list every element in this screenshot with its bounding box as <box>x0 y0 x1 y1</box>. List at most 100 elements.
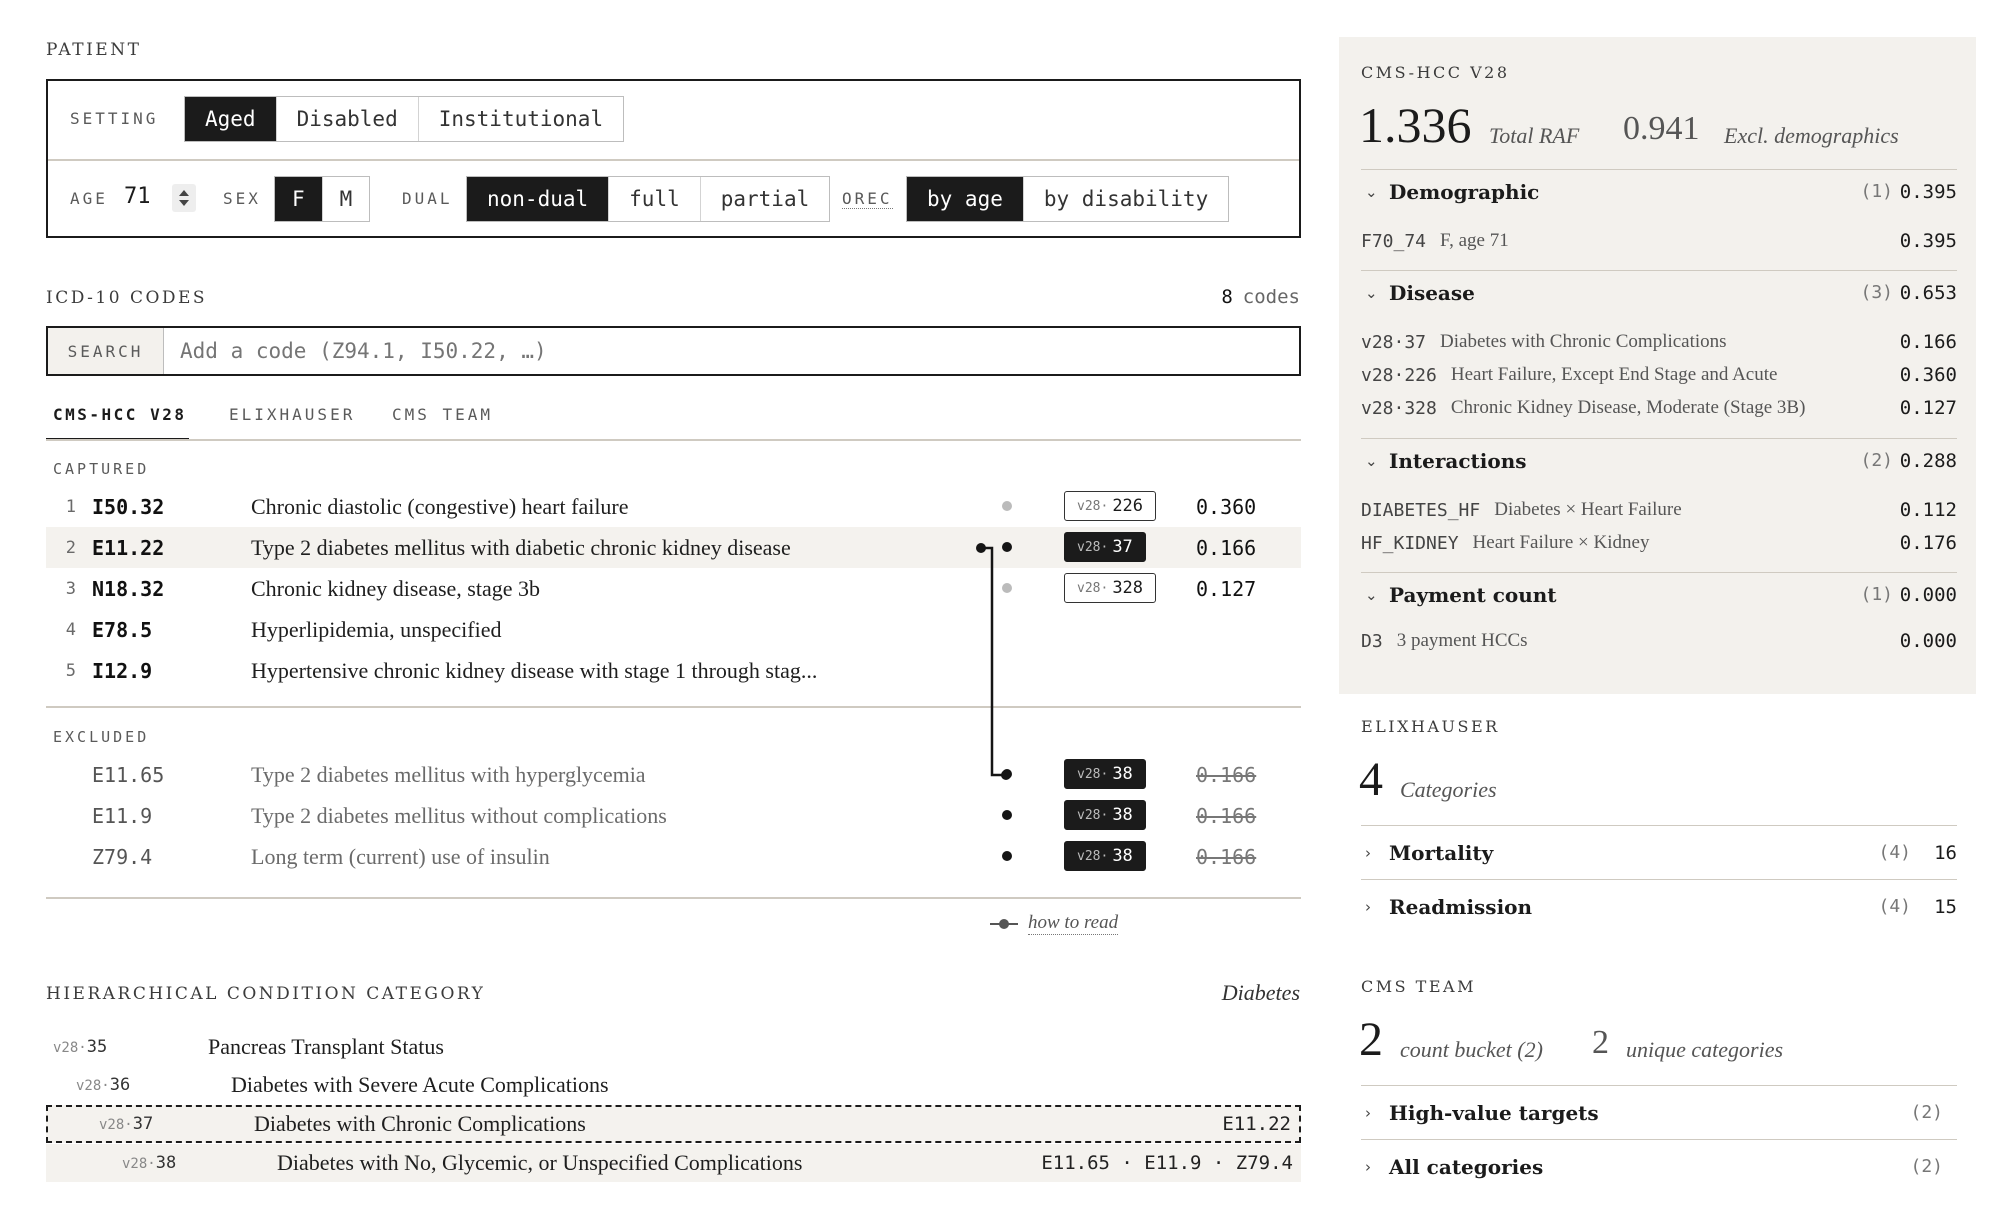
sex-toggle: F M <box>274 176 371 222</box>
group-readmission[interactable]: › Readmission (4) 15 <box>1361 879 1957 933</box>
group-title: Mortality <box>1389 840 1494 865</box>
group-disease[interactable]: ⌄ Disease (3) 0.653 <box>1361 270 1957 314</box>
hierarchy-row: v28·35 Pancreas Transplant Status <box>46 1028 1301 1066</box>
item-description: F, age 71 <box>1440 230 1509 251</box>
icd-description: Chronic kidney disease, stage 3b <box>251 575 540 601</box>
excl-demographics-value: 0.941 <box>1623 110 1700 147</box>
hcc-code: v28·36 <box>76 1075 130 1095</box>
age-input[interactable]: 71 <box>124 184 151 209</box>
group-total: 0.653 <box>1899 281 1957 304</box>
dual-option-partial[interactable]: partial <box>701 177 830 221</box>
icd-code: I50.32 <box>92 494 165 519</box>
elixhauser-count-label: Categories <box>1400 777 1497 802</box>
hcc-badge[interactable]: v28· 226 <box>1064 491 1157 521</box>
tab-cms-team[interactable]: CMS TEAM <box>392 405 493 424</box>
hcc-badge[interactable]: v28· 328 <box>1064 573 1157 603</box>
hcc-number: 38 <box>1112 846 1133 866</box>
item-code: F70_74 <box>1361 230 1427 252</box>
item-code: v28·328 <box>1361 397 1437 419</box>
group-mortality[interactable]: › Mortality (4) 16 <box>1361 825 1957 879</box>
setting-option-aged[interactable]: Aged <box>185 97 277 141</box>
orec-label[interactable]: OREC <box>842 189 893 209</box>
list-item: F70_74 F, age 71 0.395 <box>1361 225 1957 257</box>
chevron-down-icon: ⌄ <box>1365 451 1378 470</box>
group-total: 0.000 <box>1899 583 1957 606</box>
table-row[interactable]: 1 I50.32 Chronic diastolic (congestive) … <box>46 486 1301 527</box>
hcc-version: v28· <box>1077 807 1109 823</box>
hcc-badge[interactable]: v28· 38 <box>1064 759 1146 789</box>
hierarchy-row-active: v28·37 Diabetes with Chronic Complicatio… <box>46 1105 1301 1143</box>
table-row[interactable]: 3 N18.32 Chronic kidney disease, stage 3… <box>46 568 1301 609</box>
patient-section-label: PATIENT <box>46 40 142 60</box>
hcc-version: v28· <box>122 1156 156 1172</box>
icd-code: E11.9 <box>92 803 153 828</box>
hcc-version: v28· <box>1077 539 1109 555</box>
hcc-code: v28·37 <box>99 1114 153 1134</box>
group-all-categories[interactable]: › All categories (2) <box>1361 1139 1957 1193</box>
item-value: 0.176 <box>1899 532 1957 554</box>
cms-hcc-section-label: CMS-HCC V28 <box>1361 63 1510 82</box>
hcc-number: 38 <box>1112 764 1133 784</box>
hcc-badge[interactable]: v28· 38 <box>1064 841 1146 871</box>
sex-option-m[interactable]: M <box>323 177 370 221</box>
sex-option-f[interactable]: F <box>275 177 323 221</box>
dual-option-non-dual[interactable]: non-dual <box>467 177 610 221</box>
hcc-version: v28· <box>1077 848 1109 864</box>
hcc-badge[interactable]: v28· 38 <box>1064 800 1146 830</box>
group-total: 0.395 <box>1899 180 1957 203</box>
raf-value: 0.166 <box>1196 762 1257 787</box>
chevron-down-icon: ⌄ <box>1365 585 1378 604</box>
orec-option-by-age[interactable]: by age <box>907 177 1024 221</box>
orec-option-by-disability[interactable]: by disability <box>1024 177 1228 221</box>
hcc-number: 226 <box>1112 496 1144 516</box>
group-payment-count[interactable]: ⌄ Payment count (1) 0.000 <box>1361 572 1957 616</box>
status-dot <box>1002 501 1012 511</box>
tab-elixhauser[interactable]: ELIXHAUSER <box>229 405 355 424</box>
chevron-right-icon: › <box>1365 843 1371 862</box>
hcc-description: Diabetes with Chronic Complications <box>254 1111 586 1136</box>
icd-description: Long term (current) use of insulin <box>251 843 550 869</box>
how-to-read-link[interactable]: how to read <box>990 912 1119 935</box>
icd-code: E78.5 <box>92 617 153 642</box>
setting-toggle: Aged Disabled Institutional <box>184 96 625 142</box>
cms-team-count-bucket-label: count bucket (2) <box>1400 1037 1543 1062</box>
list-item: HF_KIDNEY Heart Failure × Kidney 0.176 <box>1361 527 1957 559</box>
table-row[interactable]: 5 I12.9 Hypertensive chronic kidney dise… <box>46 650 1301 691</box>
stepper-icon[interactable] <box>172 184 196 212</box>
hcc-number: 328 <box>1112 578 1144 598</box>
group-total: 15 <box>1934 895 1957 918</box>
cms-team-count-bucket: 2 <box>1359 1013 1383 1066</box>
item-description: Diabetes × Heart Failure <box>1494 499 1682 520</box>
table-row[interactable]: 4 E78.5 Hyperlipidemia, unspecified <box>46 609 1301 650</box>
age-label: AGE <box>70 189 108 208</box>
hcc-code: v28·35 <box>53 1037 107 1057</box>
item-description: 3 payment HCCs <box>1396 630 1528 651</box>
hcc-mapped-codes: E11.22 <box>1222 1113 1291 1135</box>
setting-option-institutional[interactable]: Institutional <box>419 97 623 141</box>
setting-option-disabled[interactable]: Disabled <box>277 97 419 141</box>
group-title: High-value targets <box>1389 1100 1599 1125</box>
table-row[interactable]: Z79.4 Long term (current) use of insulin… <box>46 836 1301 877</box>
item-code: HF_KIDNEY <box>1361 532 1459 554</box>
table-row[interactable]: 2 E11.22 Type 2 diabetes mellitus with d… <box>46 527 1301 568</box>
elixhauser-count: 4 <box>1359 753 1383 806</box>
hcc-version: v28· <box>76 1078 110 1094</box>
item-code: D3 <box>1361 630 1383 652</box>
hcc-badge[interactable]: v28· 37 <box>1064 532 1146 562</box>
table-row[interactable]: E11.9 Type 2 diabetes mellitus without c… <box>46 795 1301 836</box>
search-label: SEARCH <box>48 328 164 374</box>
search-input[interactable] <box>164 328 1299 374</box>
group-title: Demographic <box>1389 179 1540 204</box>
cms-team-section-label: CMS TEAM <box>1361 977 1476 996</box>
group-high-value-targets[interactable]: › High-value targets (2) <box>1361 1085 1957 1139</box>
group-interactions[interactable]: ⌄ Interactions (2) 0.288 <box>1361 438 1957 482</box>
tab-cms-hcc-v28[interactable]: CMS-HCC V28 <box>53 405 186 424</box>
dual-option-full[interactable]: full <box>609 177 701 221</box>
captured-label: CAPTURED <box>53 460 150 478</box>
captured-divider <box>46 706 1301 708</box>
sex-label: SEX <box>223 189 261 208</box>
raf-value: 0.127 <box>1196 576 1257 601</box>
group-demographic[interactable]: ⌄ Demographic (1) 0.395 <box>1361 169 1957 213</box>
code-count: 8 codes <box>1221 286 1300 308</box>
table-row[interactable]: E11.65 Type 2 diabetes mellitus with hyp… <box>46 754 1301 795</box>
